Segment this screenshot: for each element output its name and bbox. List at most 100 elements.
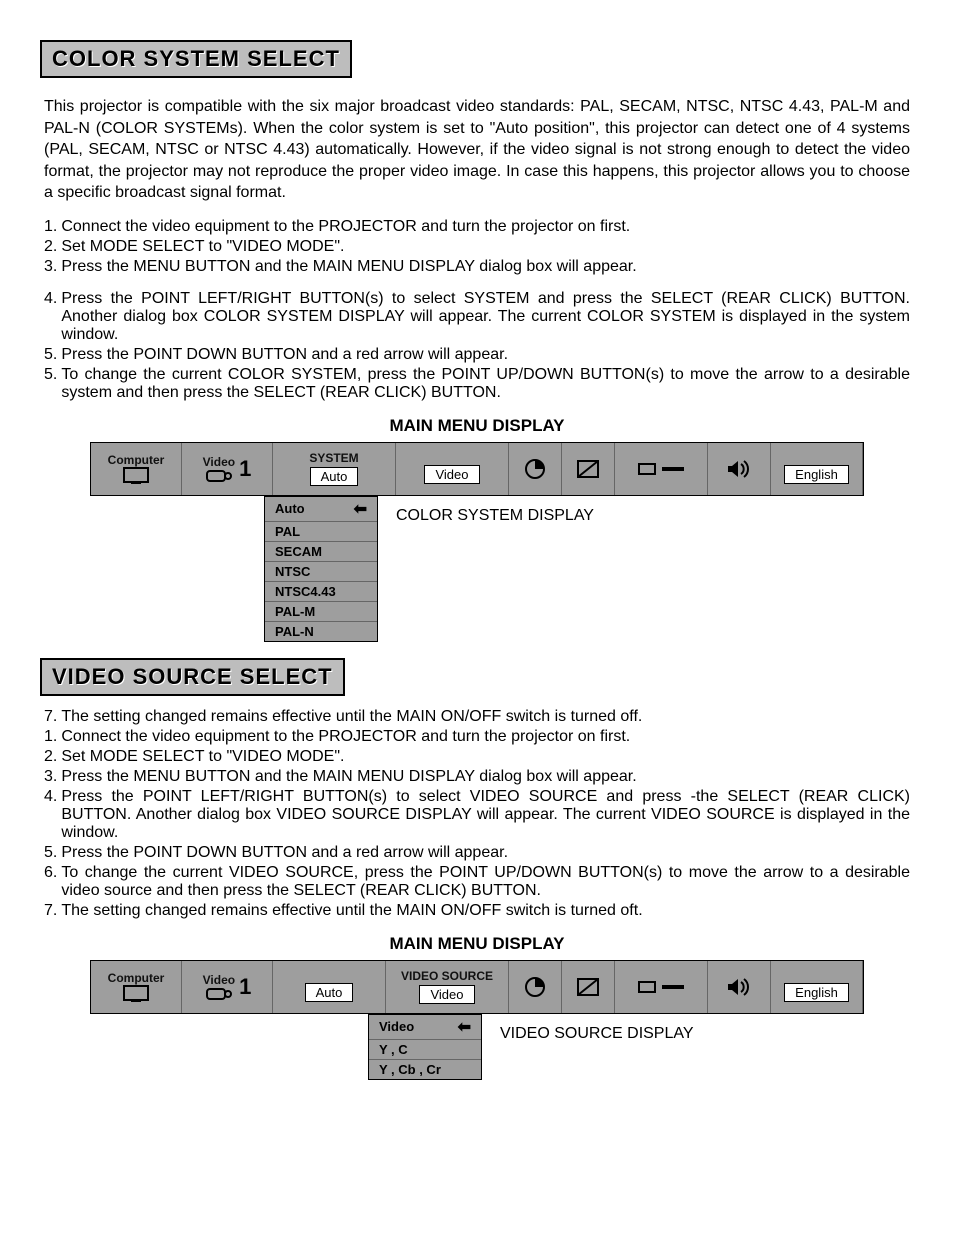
dropdown-caption: COLOR SYSTEM DISPLAY: [396, 496, 594, 527]
menu-item-language[interactable]: English: [771, 961, 863, 1013]
step-num: 5.: [44, 366, 57, 402]
menu-item-screen[interactable]: [562, 443, 615, 495]
adjust-icon: [524, 976, 546, 998]
monitor-icon: [123, 467, 149, 485]
section-heading-color-system: COLOR SYSTEM SELECT: [40, 40, 352, 78]
system-value: Auto: [305, 983, 354, 1002]
step-num: 7.: [44, 708, 57, 726]
menu-item-computer[interactable]: Computer: [91, 961, 182, 1013]
rect-icon: [638, 981, 656, 993]
video-source-dropdown-wrap: Video⬅ Y , C Y , Cb , Cr VIDEO SOURCE DI…: [90, 1014, 864, 1080]
computer-label: Computer: [108, 971, 165, 985]
source-value: Video: [424, 465, 479, 484]
menu-item-sound[interactable]: [708, 443, 771, 495]
main-menu-display-caption: MAIN MENU DISPLAY: [40, 416, 914, 436]
step-num: 1.: [44, 218, 57, 236]
step-num: 3.: [44, 768, 57, 786]
step-text: The setting changed remains effective un…: [61, 902, 910, 920]
main-menu-bar-1: Computer Video 1 SYSTEM Auto Video: [90, 442, 864, 496]
rect-icon: [638, 463, 656, 475]
menu-item-video[interactable]: Video 1: [182, 443, 273, 495]
menu-item-adjust[interactable]: [509, 961, 562, 1013]
dropdown-caption: VIDEO SOURCE DISPLAY: [500, 1014, 694, 1045]
menu-item-source[interactable]: Video: [396, 443, 509, 495]
source-label: VIDEO SOURCE: [401, 969, 493, 983]
intro-paragraph: This projector is compatible with the si…: [44, 96, 910, 204]
source-value: Video: [419, 985, 474, 1004]
step-text: Press the MENU BUTTON and the MAIN MENU …: [61, 768, 910, 786]
bar-icon: [662, 982, 684, 992]
dropdown-item[interactable]: Y , C: [369, 1040, 481, 1060]
dropdown-item[interactable]: Y , Cb , Cr: [369, 1060, 481, 1079]
dropdown-item[interactable]: PAL-N: [265, 622, 377, 641]
bar-icon: [662, 464, 684, 474]
step-text: Press the POINT LEFT/RIGHT BUTTON(s) to …: [61, 788, 910, 842]
screen-icon: [577, 978, 599, 996]
dropdown-item[interactable]: NTSC4.43: [265, 582, 377, 602]
step-num: 7.: [44, 902, 57, 920]
steps-group-b: 4.Press the POINT LEFT/RIGHT BUTTON(s) t…: [44, 290, 910, 402]
camera-icon: [206, 987, 232, 1001]
step-text: Press the POINT DOWN BUTTON and a red ar…: [61, 844, 910, 862]
step-text: Connect the video equipment to the PROJE…: [61, 728, 910, 746]
step-num: 5.: [44, 844, 57, 862]
arrow-left-icon: ⬅: [458, 1017, 471, 1037]
step-text: Set MODE SELECT to "VIDEO MODE".: [61, 238, 910, 256]
dropdown-item[interactable]: Video⬅: [369, 1015, 481, 1040]
dropdown-item[interactable]: NTSC: [265, 562, 377, 582]
step-num: 2.: [44, 748, 57, 766]
step-num: 5.: [44, 346, 57, 364]
main-menu-display-caption-2: MAIN MENU DISPLAY: [40, 934, 914, 954]
menu-item-system[interactable]: SYSTEM Auto: [273, 443, 396, 495]
speaker-icon: [726, 977, 752, 997]
computer-label: Computer: [108, 453, 165, 467]
language-value: English: [784, 983, 849, 1002]
video-label: Video: [203, 973, 235, 987]
menu-item-system[interactable]: Auto: [273, 961, 386, 1013]
dropdown-item[interactable]: PAL: [265, 522, 377, 542]
step-text: To change the current COLOR SYSTEM, pres…: [61, 366, 910, 402]
language-value: English: [784, 465, 849, 484]
dropdown-item[interactable]: PAL-M: [265, 602, 377, 622]
step-num: 6.: [44, 864, 57, 900]
menu-item-brightness[interactable]: [615, 443, 708, 495]
step-text: Set MODE SELECT to "VIDEO MODE".: [61, 748, 910, 766]
menu-item-language[interactable]: English: [771, 443, 863, 495]
video-number: 1: [239, 974, 251, 1000]
steps-group-2: 7.The setting changed remains effective …: [44, 708, 910, 920]
step-num: 2.: [44, 238, 57, 256]
step-text: To change the current VIDEO SOURCE, pres…: [61, 864, 910, 900]
step-num: 4.: [44, 290, 57, 344]
dropdown-item[interactable]: Auto⬅: [265, 497, 377, 522]
menu-item-computer[interactable]: Computer: [91, 443, 182, 495]
step-text: Connect the video equipment to the PROJE…: [61, 218, 910, 236]
adjust-icon: [524, 458, 546, 480]
menu-item-video[interactable]: Video 1: [182, 961, 273, 1013]
section-heading-video-source: VIDEO SOURCE SELECT: [40, 658, 345, 696]
color-system-dropdown[interactable]: Auto⬅ PAL SECAM NTSC NTSC4.43 PAL-M PAL-…: [264, 496, 378, 642]
menu-item-sound[interactable]: [708, 961, 771, 1013]
monitor-icon: [123, 985, 149, 1003]
menu-item-brightness[interactable]: [615, 961, 708, 1013]
menu-item-screen[interactable]: [562, 961, 615, 1013]
step-num: 1.: [44, 728, 57, 746]
video-source-dropdown[interactable]: Video⬅ Y , C Y , Cb , Cr: [368, 1014, 482, 1080]
menu-item-adjust[interactable]: [509, 443, 562, 495]
step-text: Press the POINT LEFT/RIGHT BUTTON(s) to …: [61, 290, 910, 344]
step-text: The setting changed remains effective un…: [61, 708, 910, 726]
step-text: Press the POINT DOWN BUTTON and a red ar…: [61, 346, 910, 364]
color-system-dropdown-wrap: Auto⬅ PAL SECAM NTSC NTSC4.43 PAL-M PAL-…: [90, 496, 864, 642]
step-text: Press the MENU BUTTON and the MAIN MENU …: [61, 258, 910, 276]
video-label: Video: [203, 455, 235, 469]
main-menu-bar-2: Computer Video 1 Auto VIDEO SOURCE Video: [90, 960, 864, 1014]
screen-icon: [577, 460, 599, 478]
steps-group-a: 1.Connect the video equipment to the PRO…: [44, 218, 910, 276]
menu-item-source[interactable]: VIDEO SOURCE Video: [386, 961, 509, 1013]
system-value: Auto: [310, 467, 359, 486]
step-num: 3.: [44, 258, 57, 276]
dropdown-item[interactable]: SECAM: [265, 542, 377, 562]
step-num: 4.: [44, 788, 57, 842]
speaker-icon: [726, 459, 752, 479]
camera-icon: [206, 469, 232, 483]
system-label: SYSTEM: [309, 451, 358, 465]
